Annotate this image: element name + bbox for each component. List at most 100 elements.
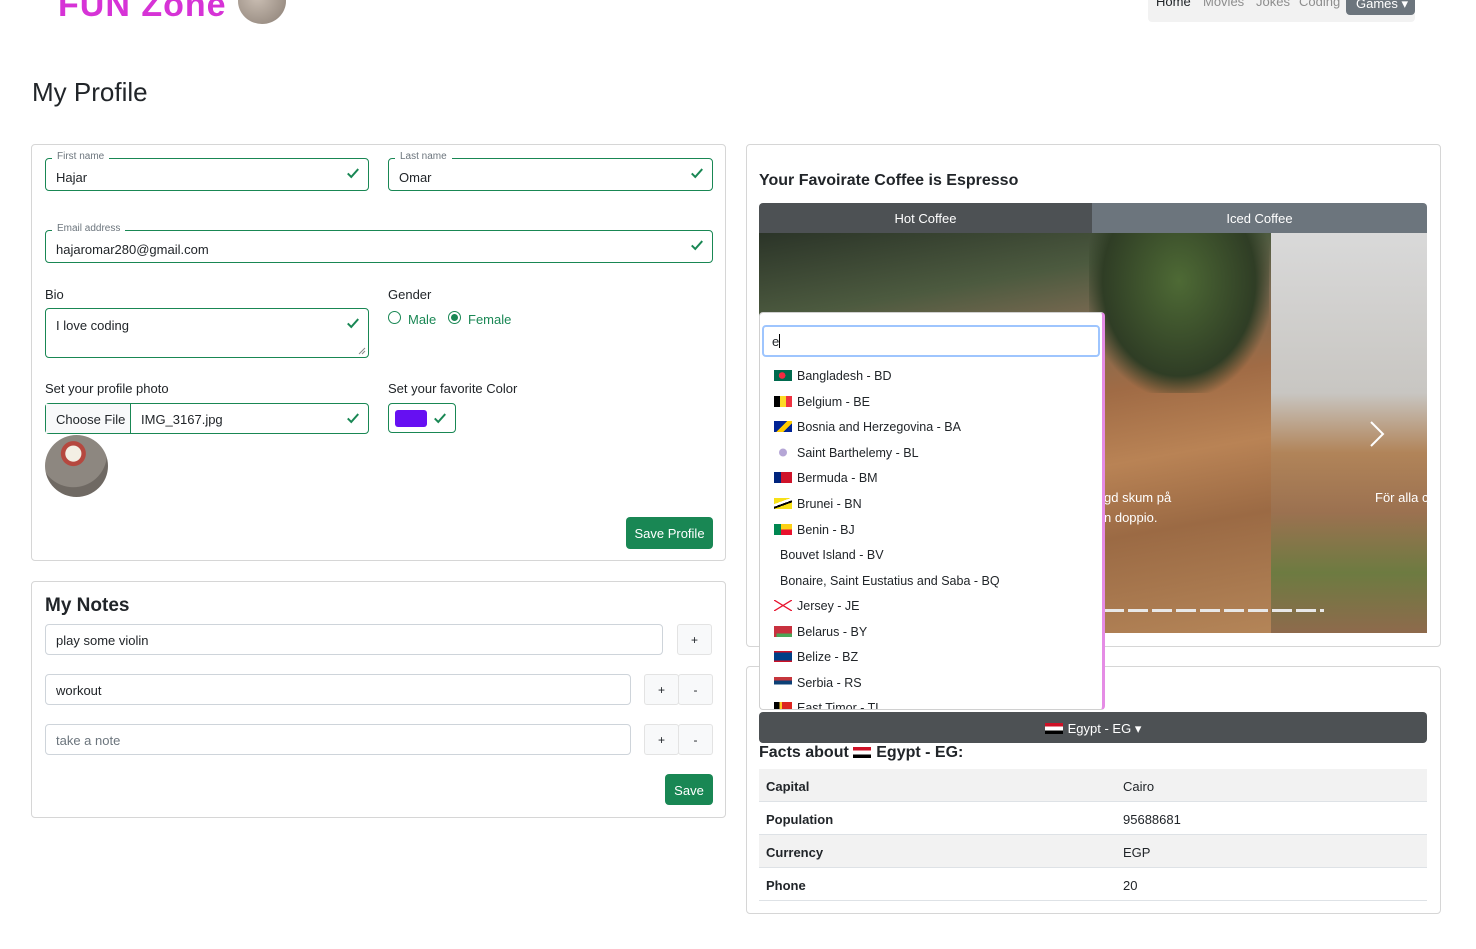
country-search-input[interactable]: e: [762, 325, 1100, 357]
nav-coding[interactable]: Coding: [1299, 0, 1340, 9]
country-option-label: Belgium - BE: [797, 395, 870, 409]
country-option-label: Bermuda - BM: [797, 471, 878, 485]
belgium-flag-icon: [774, 396, 792, 407]
bio-textarea[interactable]: I love coding: [45, 308, 369, 358]
benin-flag-icon: [774, 524, 792, 535]
country-option-label: Bouvet Island - BV: [780, 548, 884, 562]
file-input[interactable]: Choose File IMG_3167.jpg: [45, 403, 369, 434]
color-swatch[interactable]: [395, 410, 427, 427]
east-timor-flag-icon: [774, 702, 792, 709]
brunei-flag-icon: [774, 498, 792, 509]
gender-male-label[interactable]: Male: [408, 312, 436, 327]
color-label: Set your favorite Color: [388, 381, 518, 396]
country-option[interactable]: Belarus - BY: [774, 625, 867, 639]
new-note-input[interactable]: take a note: [45, 724, 631, 755]
tab-hot-coffee[interactable]: Hot Coffee: [759, 203, 1092, 233]
add-note-button[interactable]: +: [644, 724, 679, 755]
facts-heading: Facts about Egypt - EG:: [759, 744, 963, 762]
fact-value: EGP: [1123, 845, 1151, 860]
bio-value: I love coding: [56, 318, 129, 333]
first-name-field[interactable]: First name Hajar: [45, 151, 369, 191]
belarus-flag-icon: [774, 626, 792, 637]
save-notes-button[interactable]: Save: [665, 774, 713, 805]
email-value: hajaromar280@gmail.com: [56, 242, 209, 257]
gender-male-radio[interactable]: [388, 311, 401, 324]
add-note-button[interactable]: +: [677, 624, 712, 655]
egypt-flag-icon: [853, 747, 872, 758]
country-option-label: Bangladesh - BD: [797, 369, 892, 383]
valid-check-icon: [691, 168, 703, 179]
choose-file-button[interactable]: Choose File: [46, 404, 131, 433]
country-option-label: Benin - BJ: [797, 523, 855, 537]
note-item-2[interactable]: workout: [45, 674, 631, 705]
profile-photo-preview: [45, 435, 108, 497]
country-option[interactable]: Belgium - BE: [774, 395, 870, 409]
gender-female-radio[interactable]: [448, 311, 461, 324]
fact-key: Currency: [766, 845, 824, 860]
header-avatar: [238, 0, 286, 24]
first-name-value: Hajar: [56, 170, 88, 185]
country-option[interactable]: East Timor - TL: [774, 701, 883, 710]
email-field[interactable]: Email address hajaromar280@gmail.com: [45, 223, 713, 263]
gender-label: Gender: [388, 287, 432, 302]
bermuda-flag-icon: [774, 472, 792, 483]
egypt-flag-icon: [1044, 723, 1063, 734]
country-selected-label: Egypt - EG: [1067, 721, 1132, 736]
tab-iced-coffee[interactable]: Iced Coffee: [1092, 203, 1427, 233]
nav-movies[interactable]: Movies: [1203, 0, 1244, 9]
country-option-label: Bonaire, Saint Eustatius and Saba - BQ: [780, 574, 1000, 588]
country-option[interactable]: Bouvet Island - BV: [780, 548, 884, 562]
country-option[interactable]: Bangladesh - BD: [774, 369, 892, 383]
photo-label: Set your profile photo: [45, 381, 169, 396]
facts-heading-country: Egypt - EG:: [876, 744, 964, 761]
save-profile-button[interactable]: Save Profile: [626, 517, 713, 549]
country-select-button[interactable]: Egypt - EG ▾: [759, 712, 1427, 743]
bangladesh-flag-icon: [774, 370, 792, 381]
country-option-label: Saint Barthelemy - BL: [797, 446, 919, 460]
country-option[interactable]: Benin - BJ: [774, 523, 855, 537]
last-name-value: Omar: [399, 170, 432, 185]
table-row: Phone 20: [759, 868, 1427, 901]
nav-jokes[interactable]: Jokes: [1256, 0, 1290, 9]
country-option-label: Brunei - BN: [797, 497, 862, 511]
country-option[interactable]: Belize - BZ: [774, 650, 858, 664]
country-option-label: Jersey - JE: [797, 599, 860, 613]
fact-value: 95688681: [1123, 812, 1181, 827]
games-dropdown-button[interactable]: Games ▾: [1346, 0, 1415, 15]
note-item-1[interactable]: play some violin: [45, 624, 663, 655]
country-option-label: East Timor - TL: [797, 701, 883, 710]
country-option[interactable]: Saint Barthelemy - BL: [774, 446, 919, 460]
nav-home[interactable]: Home: [1156, 0, 1191, 9]
brand-logo[interactable]: FUN Zone: [58, 0, 227, 25]
resize-handle-icon[interactable]: [358, 347, 366, 355]
last-name-field[interactable]: Last name Omar: [388, 151, 713, 191]
country-option[interactable]: Brunei - BN: [774, 497, 862, 511]
bio-label: Bio: [45, 287, 64, 302]
belize-flag-icon: [774, 651, 792, 662]
carousel-next-slide-image: [1271, 233, 1427, 633]
country-option[interactable]: Jersey - JE: [774, 599, 860, 613]
first-name-label: First name: [52, 151, 110, 162]
remove-note-button[interactable]: -: [678, 724, 713, 755]
gender-female-label[interactable]: Female: [468, 312, 511, 327]
carousel-caption-line2: n doppio.: [1104, 510, 1158, 525]
country-option[interactable]: Bonaire, Saint Eustatius and Saba - BQ: [780, 574, 1000, 588]
carousel-next-icon[interactable]: [1368, 420, 1386, 448]
carousel-indicators[interactable]: [1104, 609, 1324, 612]
last-name-label: Last name: [395, 151, 452, 162]
country-option[interactable]: Bosnia and Herzegovina - BA: [774, 420, 961, 434]
valid-check-icon: [347, 318, 359, 329]
country-option[interactable]: Bermuda - BM: [774, 471, 878, 485]
color-picker[interactable]: [388, 403, 456, 433]
country-dropdown-menu: e Bangladesh - BD Belgium - BE Bosnia an…: [759, 312, 1105, 710]
bosnia-flag-icon: [774, 421, 792, 432]
games-label: Games: [1356, 0, 1398, 11]
page-title: My Profile: [32, 77, 148, 107]
valid-check-icon: [347, 168, 359, 179]
country-option-label: Serbia - RS: [797, 676, 862, 690]
fact-value: Cairo: [1123, 779, 1155, 794]
add-note-button[interactable]: +: [644, 674, 679, 705]
remove-note-button[interactable]: -: [678, 674, 713, 705]
coffee-title: Your Favoirate Coffee is Espresso: [759, 172, 1019, 189]
country-option[interactable]: Serbia - RS: [774, 676, 862, 690]
